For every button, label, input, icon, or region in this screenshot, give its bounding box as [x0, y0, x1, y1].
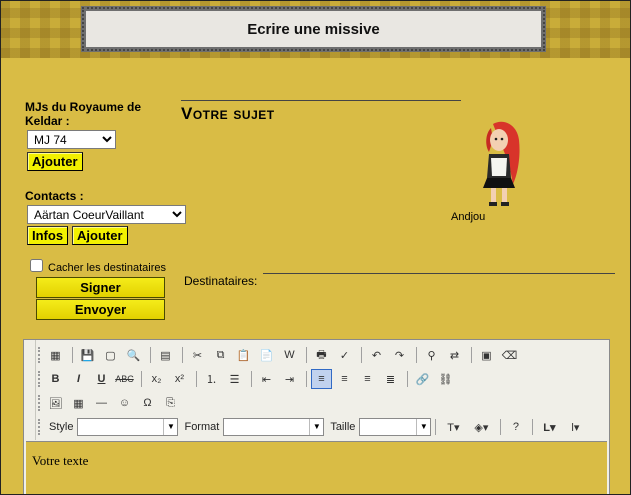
italic-icon[interactable]: I: [68, 369, 89, 389]
subject-top-rule: [181, 100, 461, 101]
hide-recipients-checkbox[interactable]: [30, 259, 43, 272]
bg-color-icon[interactable]: ◈▾: [468, 417, 494, 437]
unlink-icon[interactable]: ⛓: [435, 369, 456, 389]
recipients-label: Destinataires:: [184, 274, 258, 288]
letter-spacing-icon[interactable]: l▾: [563, 417, 587, 437]
toolbar-row-4: Style ▼ Format ▼ Taille ▼ T▾ ◈▾ ? L▾ l▾: [38, 416, 589, 438]
subject-title: Votre sujet: [181, 104, 275, 123]
line-height-icon[interactable]: L▾: [537, 417, 561, 437]
subscript-icon[interactable]: x₂: [146, 369, 167, 389]
select-all-icon[interactable]: ▣: [476, 345, 497, 365]
ordered-list-icon[interactable]: ⒈: [201, 369, 222, 389]
paste-from-word-icon[interactable]: W: [279, 345, 300, 365]
style-label: Style: [49, 421, 74, 433]
underline-icon[interactable]: U: [91, 369, 112, 389]
toolbar-row-1: ▦ 💾 ▢ 🔍 ▤ ✂ ⧉ 📋 📄 W 🖶 ✓ ↶ ↷ ⚲ ⇄ ▣ ⌫: [38, 344, 522, 366]
toolbar-row-2: B I U ABC x₂ x² ⒈ ☰ ⇤ ⇥ ≡ ≡ ≡ ≣ 🔗 ⛓: [38, 368, 458, 390]
strikethrough-icon[interactable]: ABC: [114, 369, 135, 389]
help-icon[interactable]: ?: [505, 417, 526, 437]
unordered-list-icon[interactable]: ☰: [224, 369, 245, 389]
indent-icon[interactable]: ⇥: [279, 369, 300, 389]
editor-text: Votre texte: [32, 453, 89, 468]
table-icon[interactable]: ▦: [68, 393, 89, 413]
avatar-name: Andjou: [451, 211, 486, 223]
format-label: Format: [184, 421, 220, 433]
source-icon[interactable]: ▦: [45, 345, 66, 365]
cut-icon[interactable]: ✂: [187, 345, 208, 365]
copy-icon[interactable]: ⧉: [210, 345, 231, 365]
link-icon[interactable]: 🔗: [412, 369, 433, 389]
find-icon[interactable]: ⚲: [421, 345, 442, 365]
image-icon[interactable]: 🖼: [45, 393, 66, 413]
paste-icon[interactable]: 📋: [233, 345, 254, 365]
bold-icon[interactable]: B: [45, 369, 66, 389]
page-title-plate: Ecrire une missive: [81, 6, 546, 52]
chevron-down-icon: ▼: [416, 419, 430, 435]
special-char-icon[interactable]: Ω: [137, 393, 158, 413]
save-icon[interactable]: 💾: [77, 345, 98, 365]
avatar: [483, 121, 520, 206]
page-title: Ecrire une missive: [247, 20, 380, 38]
hide-recipients-label: Cacher les destinataires: [48, 262, 167, 274]
contacts-select[interactable]: Aärtan CoeurVaillant: [27, 205, 186, 224]
outdent-icon[interactable]: ⇤: [256, 369, 277, 389]
recipients-rule: [263, 273, 615, 274]
size-label: Taille: [330, 421, 356, 433]
editor-body[interactable]: Votre texte: [26, 441, 607, 495]
send-button[interactable]: Envoyer: [36, 299, 165, 320]
mj-add-button[interactable]: Ajouter: [27, 152, 83, 171]
new-doc-icon[interactable]: ▢: [100, 345, 121, 365]
sign-button[interactable]: Signer: [36, 277, 165, 298]
page-break-icon[interactable]: ⎘: [160, 393, 181, 413]
style-combo[interactable]: ▼: [77, 418, 179, 436]
contacts-label: Contacts :: [25, 189, 84, 203]
chevron-down-icon: ▼: [163, 419, 177, 435]
print-icon[interactable]: 🖶: [311, 345, 332, 365]
toolbar-collapse-strip[interactable]: [24, 340, 36, 440]
format-combo[interactable]: ▼: [223, 418, 325, 436]
remove-format-icon[interactable]: ⌫: [499, 345, 520, 365]
horizontal-rule-icon[interactable]: ―: [91, 393, 112, 413]
align-left-icon[interactable]: ≡: [311, 369, 332, 389]
superscript-icon[interactable]: x²: [169, 369, 190, 389]
replace-icon[interactable]: ⇄: [444, 345, 465, 365]
contact-info-button[interactable]: Infos: [27, 226, 69, 245]
preview-icon[interactable]: 🔍: [123, 345, 144, 365]
align-center-icon[interactable]: ≡: [334, 369, 355, 389]
size-combo[interactable]: ▼: [359, 418, 432, 436]
spellcheck-icon[interactable]: ✓: [334, 345, 355, 365]
mj-label: MJs du Royaume de Keldar :: [25, 100, 142, 128]
align-justify-icon[interactable]: ≣: [380, 369, 401, 389]
smiley-icon[interactable]: ☺: [114, 393, 135, 413]
text-color-icon[interactable]: T▾: [440, 417, 466, 437]
paste-text-icon[interactable]: 📄: [256, 345, 277, 365]
rich-text-editor: ▦ 💾 ▢ 🔍 ▤ ✂ ⧉ 📋 📄 W 🖶 ✓ ↶ ↷ ⚲ ⇄ ▣ ⌫ B I …: [23, 339, 610, 495]
toolbar-row-3: 🖼 ▦ ― ☺ Ω ⎘: [38, 392, 183, 414]
mj-select[interactable]: MJ 74: [27, 130, 116, 149]
redo-icon[interactable]: ↷: [389, 345, 410, 365]
contact-add-button[interactable]: Ajouter: [72, 226, 128, 245]
undo-icon[interactable]: ↶: [366, 345, 387, 365]
templates-icon[interactable]: ▤: [155, 345, 176, 365]
align-right-icon[interactable]: ≡: [357, 369, 378, 389]
chevron-down-icon: ▼: [309, 419, 323, 435]
